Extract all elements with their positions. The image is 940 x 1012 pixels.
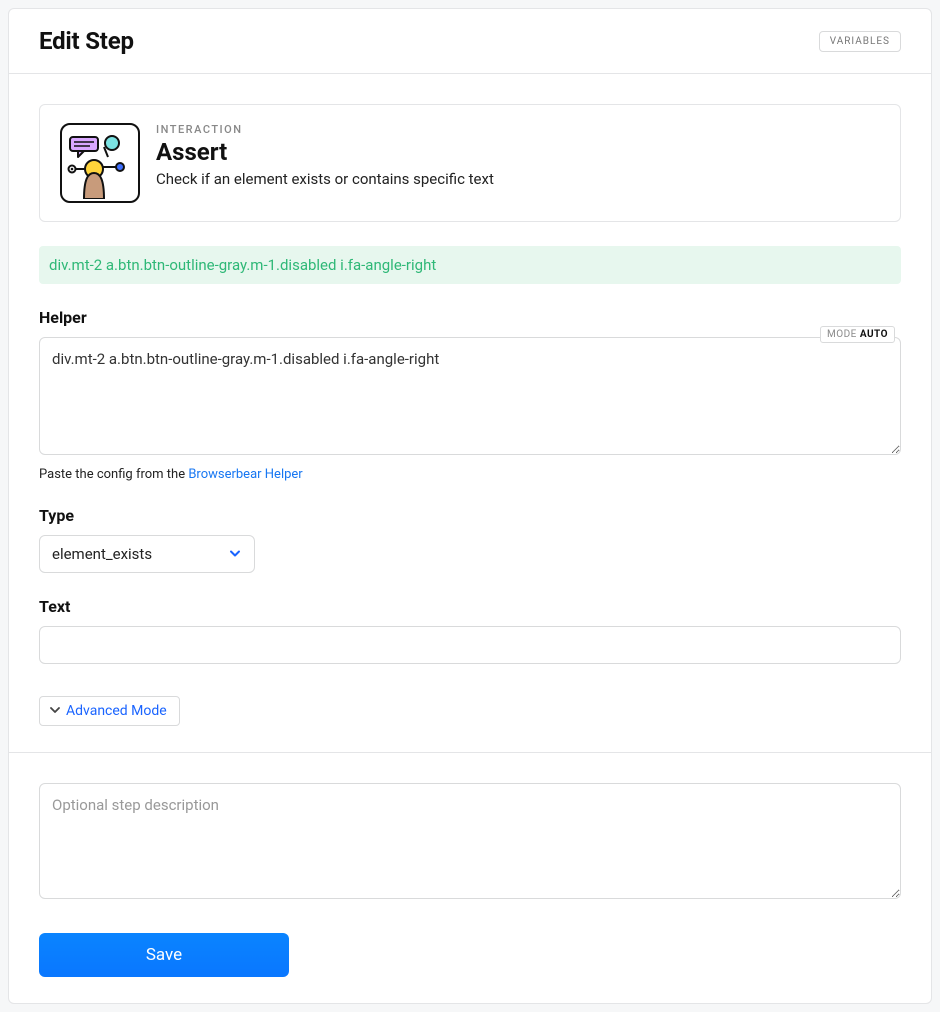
type-field: Type element_exists [39, 506, 901, 573]
advanced-mode-button[interactable]: Advanced Mode [39, 696, 180, 726]
description-textarea[interactable] [39, 783, 901, 899]
chevron-down-icon [50, 704, 60, 718]
interaction-title: Assert [156, 138, 494, 166]
page-title: Edit Step [39, 27, 134, 55]
save-button[interactable]: Save [39, 933, 289, 977]
mode-badge[interactable]: MODE AUTO [820, 326, 895, 343]
helper-hint-text: Paste the config from the [39, 467, 188, 482]
interaction-description: Check if an element exists or contains s… [156, 170, 494, 188]
interaction-eyebrow: INTERACTION [156, 123, 494, 136]
text-field: Text [39, 597, 901, 664]
card-header: Edit Step VARIABLES [9, 9, 931, 74]
interaction-box: INTERACTION Assert Check if an element e… [39, 104, 901, 222]
edit-step-card: Edit Step VARIABLES [8, 8, 932, 1004]
interaction-meta: INTERACTION Assert Check if an element e… [156, 123, 494, 188]
card-body: INTERACTION Assert Check if an element e… [9, 74, 931, 1003]
assert-icon [60, 123, 140, 203]
helper-label: Helper [39, 308, 901, 327]
text-label: Text [39, 597, 901, 616]
type-select[interactable]: element_exists [39, 535, 255, 573]
text-input[interactable] [39, 626, 901, 664]
type-label: Type [39, 506, 901, 525]
browserbear-helper-link[interactable]: Browserbear Helper [188, 467, 302, 482]
variables-button[interactable]: VARIABLES [819, 31, 901, 52]
separator [9, 752, 931, 753]
mode-value: AUTO [860, 329, 888, 340]
helper-textarea[interactable] [39, 337, 901, 455]
helper-field: Helper MODE AUTO Paste the config from t… [39, 308, 901, 482]
type-select-wrap: element_exists [39, 535, 255, 573]
advanced-mode-label: Advanced Mode [66, 703, 167, 719]
helper-hint: Paste the config from the Browserbear He… [39, 467, 901, 482]
selector-preview: div.mt-2 a.btn.btn-outline-gray.m-1.disa… [39, 246, 901, 284]
mode-prefix: MODE [827, 329, 860, 340]
